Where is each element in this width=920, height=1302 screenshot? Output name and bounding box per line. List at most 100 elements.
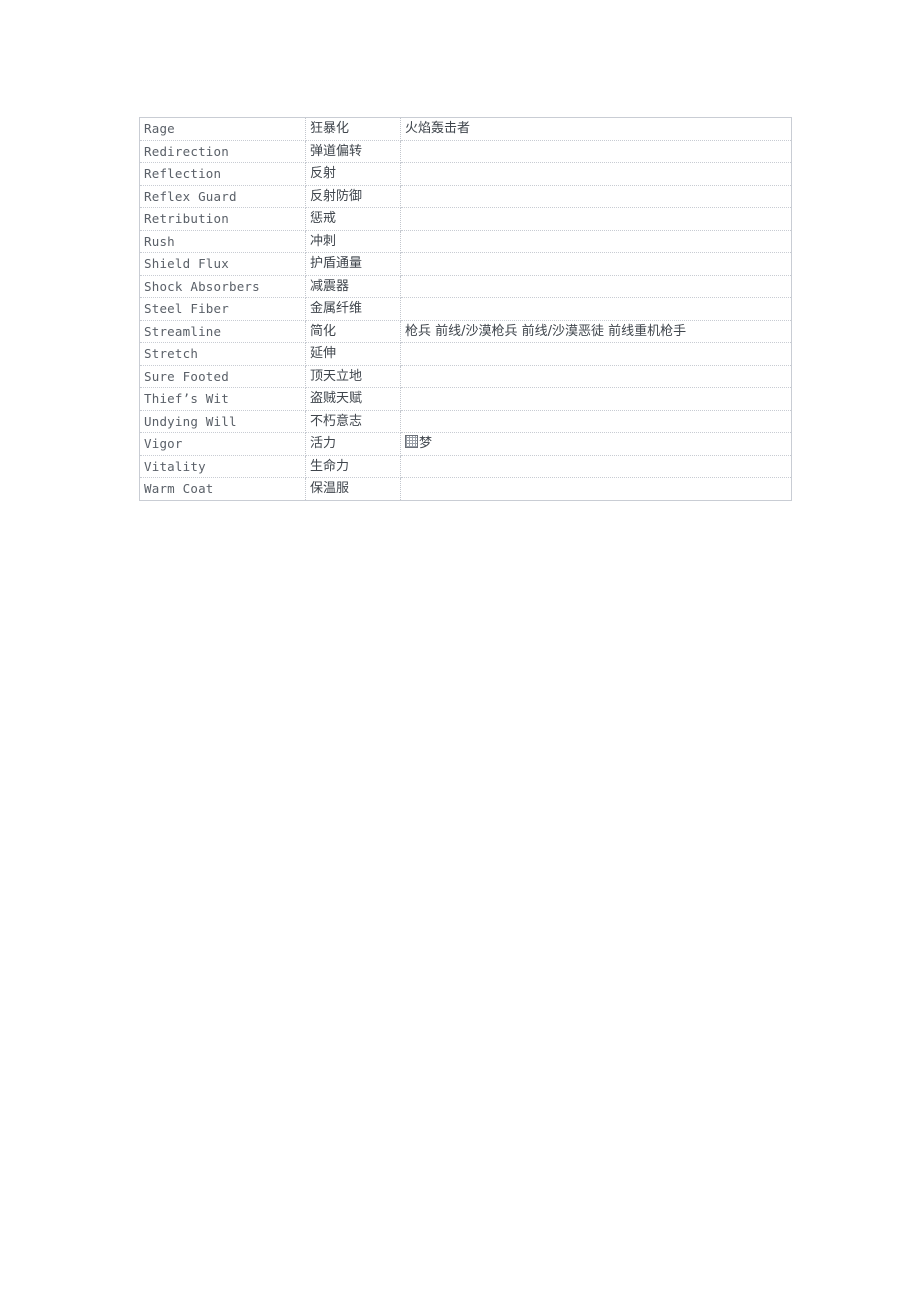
- table-row: Reflex Guard 反射防御: [139, 185, 792, 208]
- table-row: Vitality 生命力: [139, 455, 792, 478]
- table-row: Sure Footed 顶天立地: [139, 365, 792, 388]
- cell-chinese-name: 盗贼天赋: [305, 387, 401, 411]
- cell-notes: [400, 410, 792, 433]
- english-name-text: Retribution: [144, 211, 229, 227]
- cell-english-name: Retribution: [139, 207, 306, 231]
- cell-english-name: Reflection: [139, 162, 306, 186]
- cell-english-name: Rage: [139, 117, 306, 141]
- english-name-text: Shock Absorbers: [144, 278, 260, 294]
- cell-notes: 梦: [400, 432, 792, 456]
- cell-chinese-name: 不朽意志: [305, 410, 401, 433]
- cell-notes: [400, 342, 792, 366]
- perk-translation-table-wrapper: Rage 狂暴化 火焰轰击者 Redirection 弹道偏转 Reflection 反射 R…: [139, 117, 792, 501]
- missing-glyph-box-icon: [405, 435, 418, 449]
- cell-notes: [401, 478, 792, 501]
- cell-chinese-name: 反射防御: [305, 185, 401, 208]
- chinese-name-text: 反射防御: [310, 188, 363, 204]
- table-row: Shield Flux 护盾通量: [139, 252, 792, 276]
- english-name-text: Steel Fiber: [144, 301, 229, 317]
- cell-notes: [400, 185, 792, 208]
- cell-english-name: Redirection: [139, 140, 306, 163]
- cell-english-name: Steel Fiber: [139, 297, 306, 321]
- cell-notes: [400, 140, 792, 163]
- cell-chinese-name: 冲刺: [305, 230, 401, 253]
- chinese-name-text: 反射: [310, 166, 337, 182]
- english-name-text: Thief’s Wit: [144, 391, 229, 407]
- cell-notes: [400, 230, 792, 253]
- cell-notes: [400, 297, 792, 321]
- cell-notes: [400, 252, 792, 276]
- table-row: Vigor 活力 梦: [139, 432, 792, 456]
- english-name-text: Stretch: [144, 346, 199, 362]
- english-name-text: Warm Coat: [144, 481, 214, 497]
- table-row: Reflection 反射: [139, 162, 792, 186]
- notes-text: 枪兵 前线/沙漠枪兵 前线/沙漠恶徒 前线重机枪手: [405, 323, 687, 339]
- perk-translation-table: Rage 狂暴化 火焰轰击者 Redirection 弹道偏转 Reflection 反射 R…: [139, 117, 792, 501]
- table-row: Stretch 延伸: [139, 342, 792, 366]
- cell-chinese-name: 延伸: [305, 342, 401, 366]
- cell-english-name: Rush: [139, 230, 306, 253]
- cell-notes: 火焰轰击者: [400, 117, 792, 141]
- cell-notes: [400, 455, 792, 478]
- chinese-name-text: 惩戒: [310, 211, 337, 227]
- table-row: Streamline 简化 枪兵 前线/沙漠枪兵 前线/沙漠恶徒 前线重机枪手: [139, 320, 792, 343]
- english-name-text: Vigor: [144, 436, 183, 452]
- cell-chinese-name: 惩戒: [305, 207, 401, 231]
- chinese-name-text: 冲刺: [310, 233, 337, 249]
- cell-notes: [400, 387, 792, 411]
- cell-notes: [400, 207, 792, 231]
- chinese-name-text: 盗贼天赋: [310, 391, 363, 407]
- cell-chinese-name: 活力: [305, 432, 401, 456]
- cell-english-name: Shock Absorbers: [139, 275, 306, 298]
- chinese-name-text: 护盾通量: [310, 256, 363, 272]
- cell-english-name: Undying Will: [139, 410, 306, 433]
- cell-english-name: Vitality: [139, 455, 306, 478]
- cell-english-name: Warm Coat: [139, 477, 306, 500]
- chinese-name-text: 延伸: [310, 346, 337, 362]
- english-name-text: Streamline: [144, 323, 222, 339]
- cell-notes: [400, 162, 792, 186]
- chinese-name-text: 金属纤维: [310, 301, 363, 317]
- table-row: Undying Will 不朽意志: [139, 410, 792, 433]
- cell-english-name: Streamline: [139, 320, 306, 343]
- notes-text: 火焰轰击者: [405, 121, 471, 137]
- table-body: Rage 狂暴化 火焰轰击者 Redirection 弹道偏转 Reflection 反射 R…: [139, 117, 792, 501]
- cell-english-name: Thief’s Wit: [139, 387, 306, 411]
- table-row: Retribution 惩戒: [139, 207, 792, 231]
- table-row: Shock Absorbers 减震器: [139, 275, 792, 298]
- cell-chinese-name: 生命力: [305, 455, 401, 478]
- cell-chinese-name: 减震器: [305, 275, 401, 298]
- table-row: Rage 狂暴化 火焰轰击者: [139, 117, 792, 141]
- chinese-name-text: 不朽意志: [310, 413, 363, 429]
- cell-chinese-name: 反射: [305, 162, 401, 186]
- chinese-name-text: 狂暴化: [310, 121, 350, 137]
- cell-chinese-name: 护盾通量: [305, 252, 401, 276]
- english-name-text: Shield Flux: [144, 256, 229, 272]
- cell-english-name: Vigor: [139, 432, 306, 456]
- table-row: Warm Coat 保温服: [139, 477, 792, 501]
- chinese-name-text: 保温服: [310, 481, 350, 497]
- table-row: Thief’s Wit 盗贼天赋: [139, 387, 792, 411]
- english-name-text: Vitality: [144, 458, 206, 474]
- english-name-text: Redirection: [144, 143, 229, 159]
- english-name-text: Undying Will: [144, 413, 237, 429]
- cell-chinese-name: 狂暴化: [305, 117, 401, 141]
- table-row: Redirection 弹道偏转: [139, 140, 792, 163]
- cell-notes: [400, 275, 792, 298]
- cell-chinese-name: 简化: [305, 320, 401, 343]
- cell-english-name: Sure Footed: [139, 365, 306, 388]
- table-row: Steel Fiber 金属纤维: [139, 297, 792, 321]
- cell-notes: [400, 365, 792, 388]
- chinese-name-text: 生命力: [310, 458, 350, 474]
- table-row: Rush 冲刺: [139, 230, 792, 253]
- cell-chinese-name: 保温服: [305, 477, 401, 500]
- cell-chinese-name: 顶天立地: [305, 365, 401, 388]
- chinese-name-text: 减震器: [310, 278, 350, 294]
- document-page: Rage 狂暴化 火焰轰击者 Redirection 弹道偏转 Reflection 反射 R…: [0, 0, 920, 1302]
- cell-notes: 枪兵 前线/沙漠枪兵 前线/沙漠恶徒 前线重机枪手: [400, 320, 792, 343]
- english-name-text: Rush: [144, 233, 175, 249]
- chinese-name-text: 弹道偏转: [310, 143, 363, 159]
- english-name-text: Rage: [144, 121, 175, 137]
- cell-english-name: Stretch: [139, 342, 306, 366]
- notes-text: 梦: [419, 436, 433, 452]
